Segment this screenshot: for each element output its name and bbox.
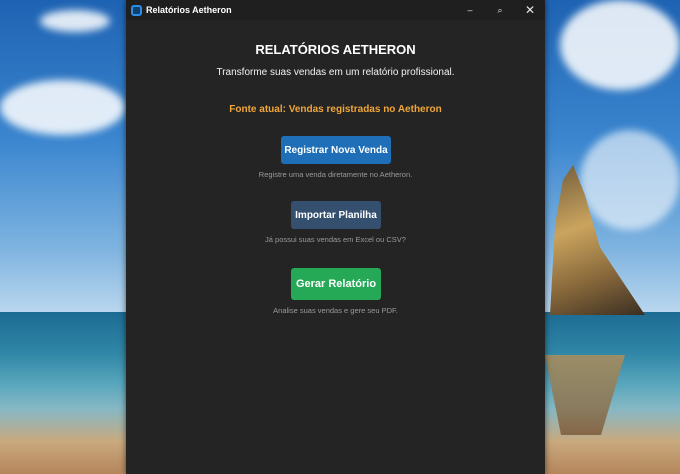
- app-icon: [131, 4, 142, 16]
- window-title: Relatórios Aetheron: [146, 5, 232, 15]
- wallpaper-cloud: [0, 80, 125, 135]
- register-sale-button[interactable]: Registrar Nova Venda: [281, 136, 391, 164]
- app-window: Relatórios Aetheron – ⌕ ✕ RELATÓRIOS AET…: [126, 0, 545, 474]
- maximize-button[interactable]: ⌕: [485, 0, 515, 20]
- main-content: RELATÓRIOS AETHERON Transforme suas vend…: [126, 20, 545, 474]
- wallpaper-cloud: [580, 130, 680, 230]
- import-spreadsheet-hint: Já possui suas vendas em Excel ou CSV?: [265, 235, 406, 244]
- wallpaper-cloud: [560, 0, 680, 90]
- page-title: RELATÓRIOS AETHERON: [255, 42, 416, 57]
- current-source-label: Fonte atual: Vendas registradas no Aethe…: [229, 104, 442, 115]
- page-subtitle: Transforme suas vendas em um relatório p…: [216, 67, 455, 78]
- wallpaper-cloud: [40, 10, 110, 32]
- generate-report-hint: Analise suas vendas e gere seu PDF.: [273, 306, 398, 315]
- register-sale-hint: Registre uma venda diretamente no Aether…: [258, 170, 413, 179]
- title-bar[interactable]: Relatórios Aetheron – ⌕ ✕: [126, 0, 545, 20]
- import-spreadsheet-button[interactable]: Importar Planilha: [291, 201, 381, 229]
- window-controls: – ⌕ ✕: [455, 0, 545, 20]
- minimize-button[interactable]: –: [455, 0, 485, 20]
- close-button[interactable]: ✕: [515, 0, 545, 20]
- generate-report-button[interactable]: Gerar Relatório: [291, 268, 381, 300]
